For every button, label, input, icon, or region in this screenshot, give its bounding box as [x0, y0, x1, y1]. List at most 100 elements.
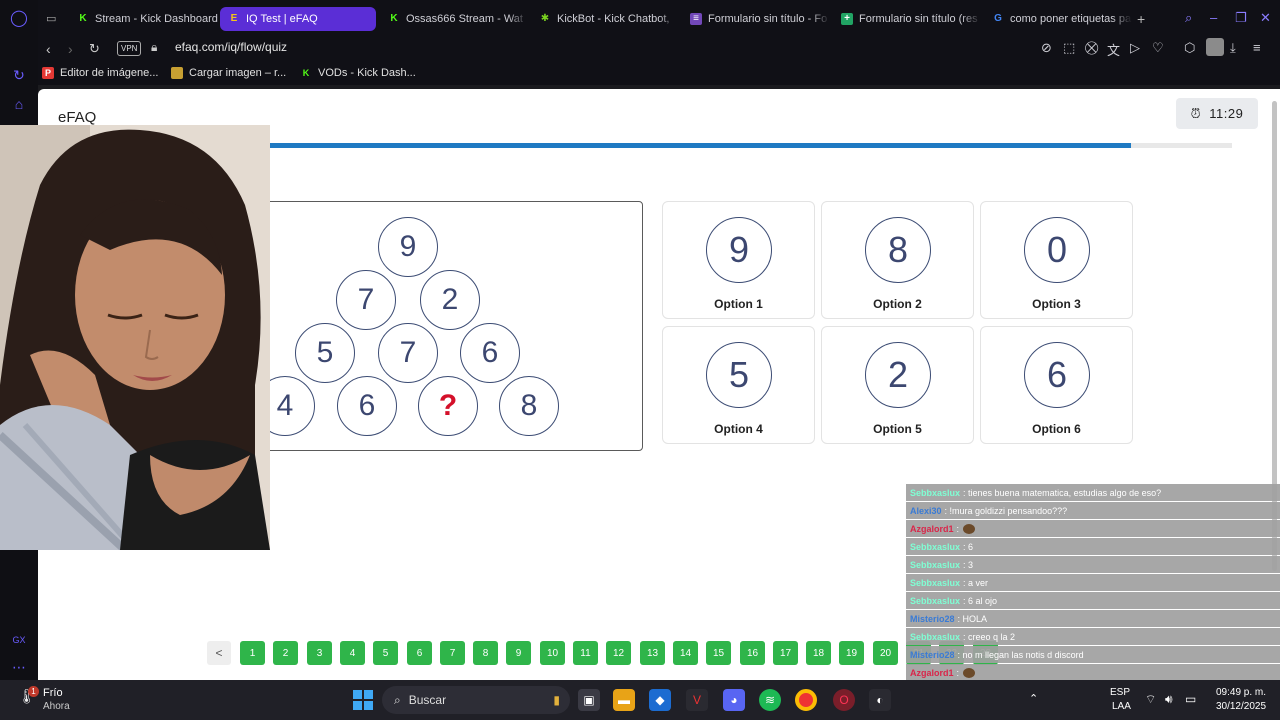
minimize-icon[interactable]: –	[1210, 10, 1217, 25]
forward-icon[interactable]: ›	[68, 41, 73, 57]
chat-username[interactable]: Azgalord1	[910, 668, 954, 678]
page-button-1[interactable]: 1	[240, 641, 265, 665]
chat-username[interactable]: Azgalord1	[910, 524, 954, 534]
page-button-16[interactable]: 16	[740, 641, 765, 665]
page-button-5[interactable]: 5	[373, 641, 398, 665]
bookmark-editor-imagenes[interactable]: P Editor de imágene...	[42, 67, 158, 79]
chat-username[interactable]: Sebbxaslux	[910, 542, 960, 552]
vpn-badge[interactable]: VPN	[117, 41, 142, 56]
chat-username[interactable]: Misterio28	[910, 650, 955, 660]
battery-icon[interactable]: ▭	[1185, 692, 1196, 706]
extensions-icon[interactable]: ⬡	[1184, 40, 1195, 56]
obs-icon[interactable]: ◐	[869, 689, 891, 711]
chrome-icon[interactable]	[795, 689, 817, 711]
clock-date[interactable]: 30/12/2025	[1213, 701, 1269, 712]
back-icon[interactable]: ‹	[46, 41, 51, 57]
page-button-18[interactable]: 18	[806, 641, 831, 665]
aria-icon[interactable]: ↻	[9, 65, 29, 85]
search-tabs-icon[interactable]: ⌕	[1185, 10, 1192, 26]
pager-prev-button[interactable]: <	[207, 641, 231, 665]
option-5[interactable]: 2 Option 5	[821, 326, 974, 444]
page-button-3[interactable]: 3	[307, 641, 332, 665]
tab-label: KickBot - Kick Chatbot,	[557, 13, 670, 25]
menu-icon[interactable]: ≡	[1253, 40, 1261, 55]
task-view-icon[interactable]: ▣	[578, 689, 600, 711]
gx-icon[interactable]: GX	[9, 630, 29, 650]
translate-icon[interactable]: 文	[1107, 40, 1120, 59]
clock-time[interactable]: 09:49 p. m.	[1213, 687, 1269, 698]
start-button[interactable]	[353, 690, 373, 710]
url-field[interactable]: efaq.com/iq/flow/quiz	[175, 40, 287, 54]
discord-icon[interactable]: ◕	[723, 689, 745, 711]
bookmark-cargar-imagen[interactable]: Cargar imagen – r...	[171, 67, 286, 79]
close-window-icon[interactable]: ✕	[1260, 10, 1271, 26]
page-button-17[interactable]: 17	[773, 641, 798, 665]
sidebar-app-icon[interactable]: ⌂	[9, 94, 29, 114]
heart-icon[interactable]: ♡	[1152, 40, 1164, 56]
sidebar-more-icon[interactable]: ⋯	[9, 657, 29, 677]
snapshot-icon[interactable]: ⬚	[1063, 40, 1075, 56]
tab-ossas666[interactable]: K Ossas666 Stream - Wat	[380, 7, 528, 31]
chat-message: Azgalord1:	[906, 664, 1280, 680]
valorant-icon[interactable]: V	[686, 689, 708, 711]
chat-username[interactable]: Alexi30	[910, 506, 942, 516]
page-button-6[interactable]: 6	[407, 641, 432, 665]
site-brand[interactable]: eFAQ	[58, 109, 96, 126]
tab-formulario-2[interactable]: + Formulario sin título (res	[833, 7, 981, 31]
app-icon[interactable]: ◆	[649, 689, 671, 711]
taskbar-search[interactable]: ⌕ Buscar ▮	[382, 686, 570, 714]
option-1[interactable]: 9 Option 1	[662, 201, 815, 319]
wifi-icon[interactable]: ⌔	[1145, 692, 1156, 707]
adblock-icon[interactable]: ⛒	[1085, 40, 1098, 56]
restore-icon[interactable]: ❐	[1235, 10, 1247, 26]
option-4[interactable]: 5 Option 4	[662, 326, 815, 444]
tab-iq-test[interactable]: E IQ Test | eFAQ	[220, 7, 376, 31]
page-button-15[interactable]: 15	[706, 641, 731, 665]
chat-username[interactable]: Misterio28	[910, 614, 955, 624]
page-button-4[interactable]: 4	[340, 641, 365, 665]
lock-icon[interactable]: 🔒︎	[151, 40, 157, 55]
tab-overview-icon[interactable]: ▭	[46, 12, 56, 25]
volume-icon[interactable]: 🔊︎	[1165, 692, 1173, 707]
page-button-20[interactable]: 20	[873, 641, 898, 665]
page-button-12[interactable]: 12	[606, 641, 631, 665]
tab-kick-dashboard[interactable]: K Stream - Kick Dashboard	[69, 7, 221, 31]
bookmark-icon[interactable]: ⊘	[1041, 40, 1052, 56]
profile-avatar[interactable]	[1206, 38, 1224, 56]
play-icon[interactable]: ▷	[1130, 40, 1140, 56]
page-button-14[interactable]: 14	[673, 641, 698, 665]
page-button-19[interactable]: 19	[839, 641, 864, 665]
lang-bottom[interactable]: LAA	[1112, 701, 1131, 712]
bookmark-vods[interactable]: K VODs - Kick Dash...	[300, 67, 416, 79]
page-button-8[interactable]: 8	[473, 641, 498, 665]
page-button-7[interactable]: 7	[440, 641, 465, 665]
new-tab-icon[interactable]: +	[1137, 11, 1145, 27]
tab-kickbot[interactable]: ✱ KickBot - Kick Chatbot,	[531, 7, 679, 31]
chat-username[interactable]: Sebbxaslux	[910, 560, 960, 570]
opera-logo-icon[interactable]: ◯	[9, 9, 29, 29]
lang-top[interactable]: ESP	[1110, 687, 1130, 698]
tab-formulario-1[interactable]: ≡ Formulario sin título - Fo	[682, 7, 830, 31]
file-explorer-icon[interactable]: ▬	[613, 689, 635, 711]
tab-google-search[interactable]: Gcomo poner etiquetas pa	[984, 7, 1132, 31]
option-2[interactable]: 8 Option 2	[821, 201, 974, 319]
page-button-13[interactable]: 13	[640, 641, 665, 665]
download-icon[interactable]: ⤓	[1230, 40, 1236, 56]
chat-username[interactable]: Sebbxaslux	[910, 488, 960, 498]
chat-username[interactable]: Sebbxaslux	[910, 632, 960, 642]
question-image: 9 7 2 5 7 6 4 6 ? 8	[258, 201, 643, 451]
spotify-icon[interactable]: ≋	[759, 689, 781, 711]
tray-overflow-icon[interactable]: ⌃	[1029, 692, 1038, 705]
option-6[interactable]: 6 Option 6	[980, 326, 1133, 444]
page-button-9[interactable]: 9	[506, 641, 531, 665]
page-button-10[interactable]: 10	[540, 641, 565, 665]
reload-icon[interactable]: ↻	[89, 41, 100, 57]
page-button-11[interactable]: 11	[573, 641, 598, 665]
weather-temp[interactable]: Frío	[43, 687, 63, 699]
chat-username[interactable]: Sebbxaslux	[910, 596, 960, 606]
opera-gx-icon[interactable]: O	[833, 689, 855, 711]
chat-username[interactable]: Sebbxaslux	[910, 578, 960, 588]
page-button-2[interactable]: 2	[273, 641, 298, 665]
option-3[interactable]: 0 Option 3	[980, 201, 1133, 319]
weather-sub[interactable]: Ahora	[43, 701, 70, 712]
